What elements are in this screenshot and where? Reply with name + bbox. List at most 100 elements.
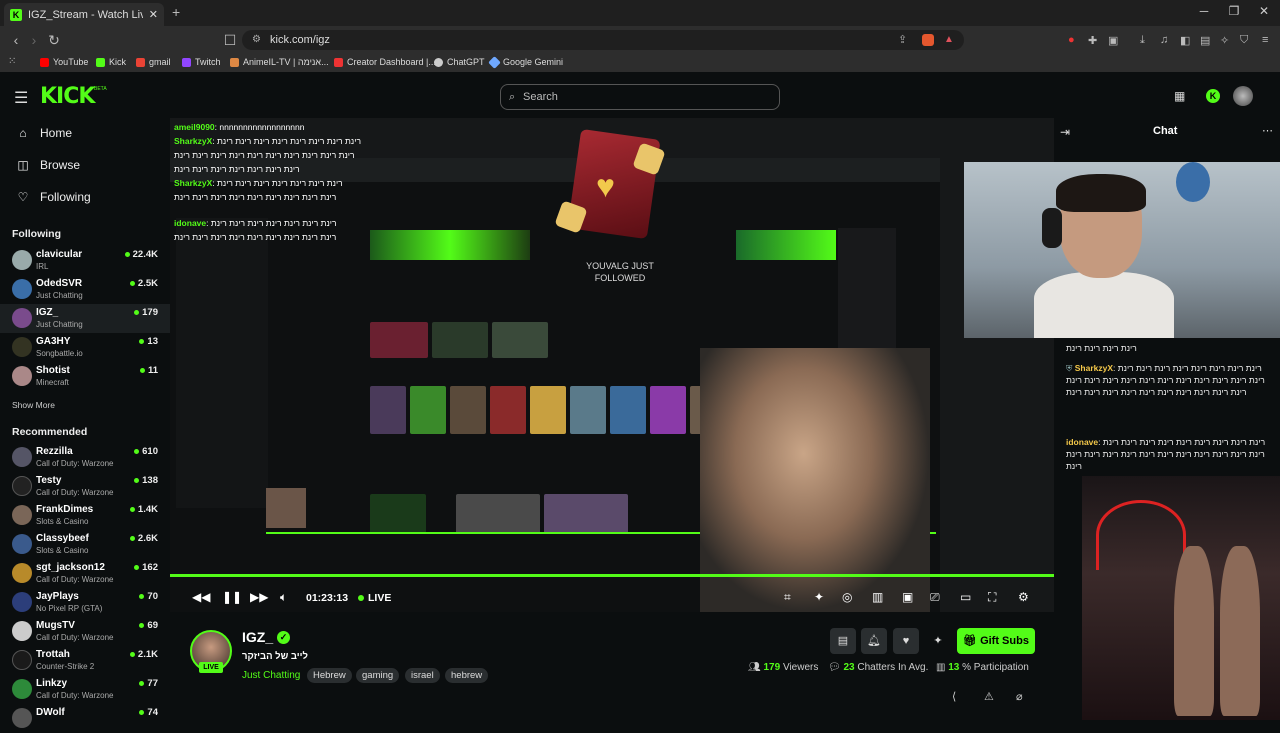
sparkle-button[interactable]: ✦ bbox=[925, 628, 951, 654]
collapse-chat-icon[interactable]: ⇥ bbox=[1060, 125, 1070, 139]
pip-icon[interactable]: ▣ bbox=[902, 590, 913, 604]
bookmark-gemini[interactable]: Google Gemini bbox=[488, 55, 563, 69]
bookmark-kick[interactable]: Kick bbox=[96, 57, 126, 67]
captured-thumbnail bbox=[544, 494, 628, 534]
forward-icon[interactable]: › bbox=[26, 32, 42, 48]
notifications-button[interactable]: 🔔︎ bbox=[861, 628, 887, 654]
following-channel-ga3hy[interactable]: GA3HY Songbattle.io 13 bbox=[0, 333, 170, 362]
search-input[interactable]: ⌕ Search bbox=[500, 84, 780, 110]
recommended-heading: Recommended bbox=[12, 426, 88, 438]
nav-following[interactable]: ♡ Following bbox=[16, 190, 91, 204]
stream-progress-bar[interactable] bbox=[170, 574, 1054, 577]
cast-icon[interactable]: ⎚ bbox=[930, 590, 940, 605]
tag-chip[interactable]: israel bbox=[405, 668, 440, 683]
site-info-icon[interactable]: ⚙ bbox=[252, 30, 261, 50]
tag-chip[interactable]: gaming bbox=[356, 668, 400, 683]
minimize-icon[interactable]: ─ bbox=[1194, 4, 1214, 18]
following-channel-clavicular[interactable]: clavicular IRL 22.4K bbox=[0, 246, 170, 275]
following-channel-odedsvr[interactable]: OdedSVR Just Chatting 2.5K bbox=[0, 275, 170, 304]
nav-browse[interactable]: ◫ Browse bbox=[16, 158, 80, 172]
rewind-icon[interactable]: ◀◀ bbox=[192, 590, 210, 604]
ai-icon[interactable]: ✧ bbox=[1220, 34, 1229, 47]
speed-icon[interactable]: ◎ bbox=[842, 590, 852, 604]
stream-category[interactable]: Just Chatting bbox=[242, 670, 300, 681]
download-icon[interactable]: ⤓ bbox=[1140, 34, 1145, 47]
share-icon[interactable]: ⇪ bbox=[898, 30, 907, 50]
mute-icon[interactable]: ⌀ bbox=[1016, 690, 1023, 703]
sparkle-icon[interactable]: ✦ bbox=[814, 590, 824, 604]
rewards-icon[interactable]: ▦ bbox=[1174, 89, 1185, 103]
bookmark-icon[interactable]: ☐ bbox=[222, 32, 238, 49]
search-placeholder: Search bbox=[523, 91, 558, 103]
wallet-icon[interactable]: ▣ bbox=[1108, 34, 1118, 47]
bookmark-twitch[interactable]: Twitch bbox=[182, 57, 221, 67]
recommended-channel-rezzilla[interactable]: Rezzilla Call of Duty: Warzone 610 bbox=[0, 443, 170, 472]
forward-icon[interactable]: ▶▶ bbox=[250, 590, 268, 604]
apps-icon[interactable]: ⁙ bbox=[8, 56, 16, 67]
video-player[interactable]: ameil9090: nnnnnnnnnnnnnnnnnn SharkzyX: … bbox=[170, 118, 1054, 612]
captured-thumbnail bbox=[432, 322, 488, 358]
recommended-channel-sgt-jackson12[interactable]: sgt_jackson12 Call of Duty: Warzone 162 bbox=[0, 559, 170, 588]
theater-icon[interactable]: ▭ bbox=[960, 590, 971, 604]
kick-coin-icon[interactable]: K bbox=[1206, 89, 1220, 103]
brave-rewards-icon[interactable]: ▲ bbox=[944, 30, 954, 50]
brave-shield-icon[interactable] bbox=[922, 34, 934, 46]
recommended-channel-testy[interactable]: Testy Call of Duty: Warzone 138 bbox=[0, 472, 170, 501]
close-tab-icon[interactable]: ✕ bbox=[149, 8, 158, 21]
kick-logo[interactable]: KICK bbox=[40, 84, 95, 109]
recommended-channel-classybeef[interactable]: Classybeef Slots & Casino 2.6K bbox=[0, 530, 170, 559]
captured-category bbox=[370, 386, 406, 434]
recommended-channel-trottah[interactable]: Trottah Counter-Strike 2 2.1K bbox=[0, 646, 170, 675]
recommended-channel-mugstv[interactable]: MugsTV Call of Duty: Warzone 69 bbox=[0, 617, 170, 646]
gift-subs-button[interactable]: 🎁︎ Gift Subs bbox=[957, 628, 1035, 654]
show-more-link[interactable]: Show More bbox=[12, 400, 55, 410]
chat-options-icon[interactable]: ⋯ bbox=[1262, 124, 1273, 137]
recommended-channel-dwolf[interactable]: DWolf 74 bbox=[0, 704, 170, 733]
browser-tab[interactable]: K IGZ_Stream - Watch Live on ✕ bbox=[4, 3, 164, 26]
new-tab-icon[interactable]: + bbox=[172, 4, 180, 20]
tag-chip[interactable]: hebrew bbox=[445, 668, 489, 683]
menu-icon[interactable]: ≡ bbox=[1262, 34, 1268, 46]
reader-icon[interactable]: ▤ bbox=[1200, 34, 1210, 47]
recommended-channel-frankdimes[interactable]: FrankDimes Slots & Casino 1.4K bbox=[0, 501, 170, 530]
follow-button[interactable]: ♥ bbox=[893, 628, 919, 654]
shirt bbox=[1034, 272, 1174, 338]
avatar bbox=[12, 650, 32, 670]
bookmark-creator-dashboard[interactable]: Creator Dashboard |... bbox=[334, 57, 436, 67]
bookmark-animeil[interactable]: AnimeIL-TV | אנימה... bbox=[230, 57, 329, 67]
clip-icon[interactable]: ⌗ bbox=[784, 590, 791, 605]
tag-chip[interactable]: Hebrew bbox=[307, 668, 352, 683]
reload-icon[interactable]: ↻ bbox=[46, 32, 62, 49]
recommended-channel-jayplays[interactable]: JayPlays No Pixel RP (GTA) 70 bbox=[0, 588, 170, 617]
sidebar-toggle-icon[interactable]: ◧ bbox=[1180, 34, 1190, 47]
restore-icon[interactable]: ❐ bbox=[1224, 4, 1244, 18]
window-close-icon[interactable]: ✕ bbox=[1254, 4, 1274, 18]
recommended-channel-linkzy[interactable]: Linkzy Call of Duty: Warzone 77 bbox=[0, 675, 170, 704]
pause-icon[interactable]: ❚❚ bbox=[222, 590, 242, 604]
opera-icon[interactable]: ● bbox=[1068, 34, 1075, 46]
extensions-icon[interactable]: ✚ bbox=[1088, 34, 1097, 47]
following-channel-shotist[interactable]: Shotist Minecraft 11 bbox=[0, 362, 170, 391]
hamburger-menu-icon[interactable]: ☰ bbox=[14, 88, 28, 108]
back-icon[interactable]: ‹ bbox=[8, 32, 24, 48]
share-icon[interactable]: ⟨ bbox=[952, 690, 956, 703]
stats-icon[interactable]: ▥ bbox=[872, 590, 883, 604]
headphones bbox=[1042, 208, 1062, 248]
address-bar[interactable]: ⚙ kick.com/igz ⇪ ▲ bbox=[242, 30, 964, 50]
shield-icon[interactable]: ⛉ bbox=[1240, 34, 1248, 47]
bookmark-gmail[interactable]: gmail bbox=[136, 57, 171, 67]
volume-icon[interactable]: 🔈︎ bbox=[280, 590, 287, 605]
media-icon[interactable]: ♫ bbox=[1160, 34, 1168, 46]
fullscreen-icon[interactable]: ⛶ bbox=[988, 590, 996, 605]
live-indicator[interactable]: LIVE bbox=[358, 592, 391, 604]
bookmark-youtube[interactable]: YouTube bbox=[40, 57, 88, 67]
settings-icon[interactable]: ⚙ bbox=[1018, 590, 1029, 604]
nav-home[interactable]: ⌂ Home bbox=[16, 126, 72, 140]
browser-tab-bar: K IGZ_Stream - Watch Live on ✕ + ─ ❐ ✕ bbox=[0, 0, 1280, 26]
bookmark-chatgpt[interactable]: ChatGPT bbox=[434, 57, 485, 67]
report-icon[interactable]: ⚠ bbox=[984, 690, 994, 703]
notes-button[interactable]: ▤ bbox=[830, 628, 856, 654]
user-avatar[interactable] bbox=[1233, 86, 1253, 106]
channel-name[interactable]: IGZ_ bbox=[242, 629, 273, 645]
following-channel-igz[interactable]: IGZ_ Just Chatting 179 bbox=[0, 304, 170, 333]
